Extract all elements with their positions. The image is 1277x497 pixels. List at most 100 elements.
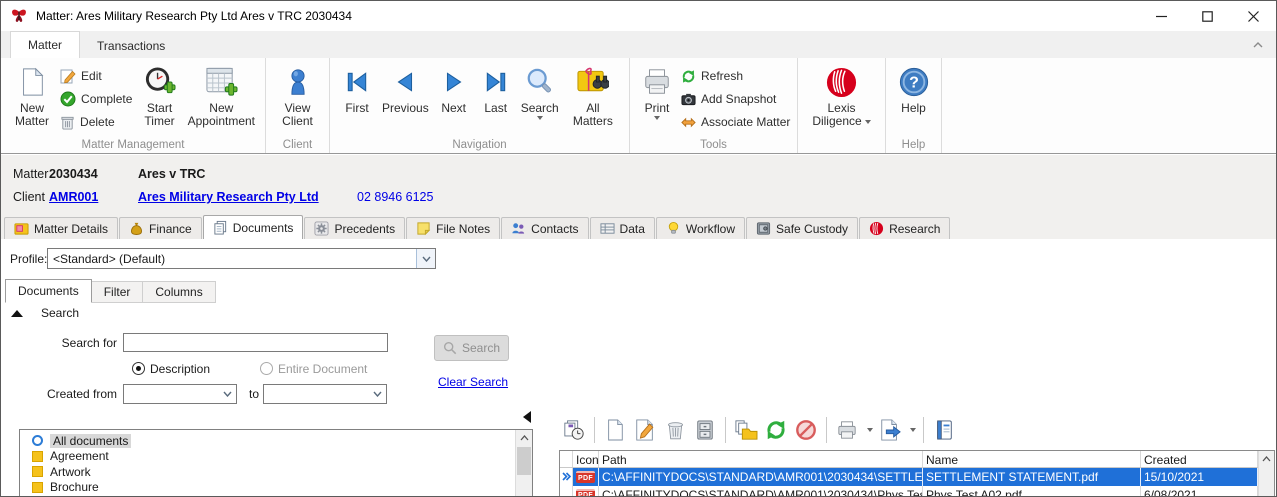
delete-document-button[interactable]: [662, 416, 688, 444]
scroll-up-icon[interactable]: [1259, 451, 1274, 467]
subtab-filter[interactable]: Filter: [92, 281, 144, 303]
tree-item-artwork[interactable]: Artwork: [20, 464, 532, 480]
ribbon-tab-transactions[interactable]: Transactions: [80, 34, 182, 58]
associate-matter-button[interactable]: Associate Matter: [678, 112, 793, 132]
cell-name: SETTLEMENT STATEMENT.pdf: [923, 468, 1141, 486]
column-header-path[interactable]: Path: [599, 451, 923, 467]
export-button[interactable]: [877, 416, 903, 444]
subtab-columns[interactable]: Columns: [143, 281, 215, 303]
tab-matter-details[interactable]: Matter Details: [4, 217, 118, 239]
description-radio-label: Description: [150, 362, 210, 376]
tab-data[interactable]: Data: [590, 217, 655, 239]
folder-category-icon: [32, 466, 43, 477]
copy-to-folder-button[interactable]: [733, 416, 759, 444]
client-code-link[interactable]: AMR001: [49, 190, 98, 204]
print-list-button[interactable]: [834, 416, 860, 444]
column-header-created[interactable]: Created: [1141, 451, 1258, 467]
delete-button[interactable]: Delete: [57, 112, 135, 132]
new-matter-button[interactable]: New Matter: [8, 62, 56, 130]
all-matters-button[interactable]: All Matters: [564, 62, 622, 130]
close-button[interactable]: [1230, 1, 1276, 31]
print-list-dropdown-caret[interactable]: [867, 428, 873, 432]
add-snapshot-button[interactable]: Add Snapshot: [678, 89, 793, 109]
tab-documents[interactable]: Documents: [203, 215, 304, 239]
view-client-button[interactable]: View Client: [273, 62, 322, 130]
client-phone: 02 8946 6125: [357, 190, 433, 204]
tab-research[interactable]: Research: [859, 217, 950, 239]
tab-file-notes[interactable]: File Notes: [406, 217, 500, 239]
tree-scrollbar[interactable]: [515, 430, 532, 497]
created-from-select[interactable]: [123, 384, 237, 404]
tree-item-agreement[interactable]: Agreement: [20, 449, 532, 465]
tab-workflow[interactable]: Workflow: [656, 217, 745, 239]
profile-select[interactable]: <Standard> (Default): [47, 248, 436, 269]
collapse-splitter-icon[interactable]: [523, 411, 531, 423]
new-document-icon: [15, 64, 49, 100]
edit-button[interactable]: Edit: [57, 66, 135, 86]
check-circle-icon: [60, 91, 76, 107]
column-header-icon[interactable]: Icon: [573, 451, 599, 467]
next-button[interactable]: Next: [434, 62, 474, 117]
entire-document-radio[interactable]: [260, 362, 273, 375]
table-scrollbar[interactable]: [1258, 451, 1274, 497]
table-row[interactable]: PDF C:\AFFINITYDOCS\STANDARD\AMR001\2030…: [560, 486, 1274, 497]
minimize-button[interactable]: [1138, 1, 1184, 31]
lexis-diligence-button[interactable]: Lexis Diligence: [805, 62, 878, 130]
print-button[interactable]: Print: [637, 62, 677, 122]
help-button[interactable]: ? Help: [894, 62, 934, 117]
search-section-header[interactable]: Search: [11, 306, 79, 320]
title-bar: Matter: Ares Military Research Pty Ltd A…: [1, 1, 1276, 31]
cell-path: C:\AFFINITYDOCS\STANDARD\AMR001\2030434\…: [599, 468, 923, 486]
notebook-button[interactable]: [931, 416, 957, 444]
ribbon-tab-matter[interactable]: Matter: [10, 31, 80, 58]
archive-cabinet-button[interactable]: [692, 416, 718, 444]
description-radio[interactable]: [132, 362, 145, 375]
client-name-link[interactable]: Ares Military Research Pty Ltd: [138, 190, 319, 204]
subtab-documents[interactable]: Documents: [5, 279, 92, 303]
refresh-list-button[interactable]: [763, 416, 789, 444]
tab-safe-custody[interactable]: Safe Custody: [746, 217, 858, 239]
cell-path: C:\AFFINITYDOCS\STANDARD\AMR001\2030434\…: [599, 486, 923, 497]
export-dropdown-caret[interactable]: [910, 428, 916, 432]
ribbon-group-client: View Client Client: [266, 58, 330, 153]
refresh-button[interactable]: Refresh: [678, 66, 793, 86]
profile-dropdown-icon[interactable]: [416, 249, 435, 268]
created-to-dropdown-icon[interactable]: [369, 385, 386, 403]
tab-precedents[interactable]: Precedents: [304, 217, 405, 239]
created-to-select[interactable]: [263, 384, 387, 404]
edit-document-button[interactable]: [632, 416, 658, 444]
matter-number: 2030434: [49, 167, 98, 181]
scroll-up-icon[interactable]: [516, 430, 532, 446]
previous-button[interactable]: Previous: [379, 62, 432, 117]
search-matters-button[interactable]: Search: [518, 62, 562, 122]
block-icon: [795, 419, 817, 441]
collapse-search-icon[interactable]: [11, 310, 23, 317]
ribbon-group-navigation: First Previous Next Last Search: [330, 58, 630, 153]
maximize-button[interactable]: [1184, 1, 1230, 31]
column-header-name[interactable]: Name: [923, 451, 1141, 467]
created-from-dropdown-icon[interactable]: [219, 385, 236, 403]
tab-finance[interactable]: Finance: [119, 217, 202, 239]
new-document-button[interactable]: [602, 416, 628, 444]
ribbon-group-matter-management: New Matter Edit Complete Delete: [1, 58, 266, 153]
collapse-ribbon-icon[interactable]: [1252, 39, 1264, 51]
clear-search-link[interactable]: Clear Search: [438, 375, 508, 389]
search-input[interactable]: [123, 333, 388, 352]
new-appointment-button[interactable]: New Appointment: [185, 62, 258, 130]
pdf-file-icon: PDF: [576, 471, 595, 483]
cancel-button[interactable]: [793, 416, 819, 444]
tree-item-all-documents[interactable]: All documents: [20, 433, 532, 449]
last-button[interactable]: Last: [476, 62, 516, 117]
group-label-tools: Tools: [630, 139, 797, 151]
tab-contacts[interactable]: Contacts: [501, 217, 588, 239]
complete-button[interactable]: Complete: [57, 89, 135, 109]
time-capture-button[interactable]: [561, 416, 587, 444]
contacts-people-icon: [511, 221, 526, 236]
svg-text:?: ?: [909, 75, 919, 92]
table-row[interactable]: PDF C:\AFFINITYDOCS\STANDARD\AMR001\2030…: [560, 468, 1274, 486]
documents-table: Icon Path Name Created PDF C:\AFFINITYDO…: [559, 450, 1275, 497]
search-button[interactable]: Search: [434, 335, 509, 361]
start-timer-button[interactable]: Start Timer: [136, 62, 182, 130]
tree-item-brochure[interactable]: Brochure: [20, 480, 532, 496]
first-button[interactable]: First: [337, 62, 377, 117]
